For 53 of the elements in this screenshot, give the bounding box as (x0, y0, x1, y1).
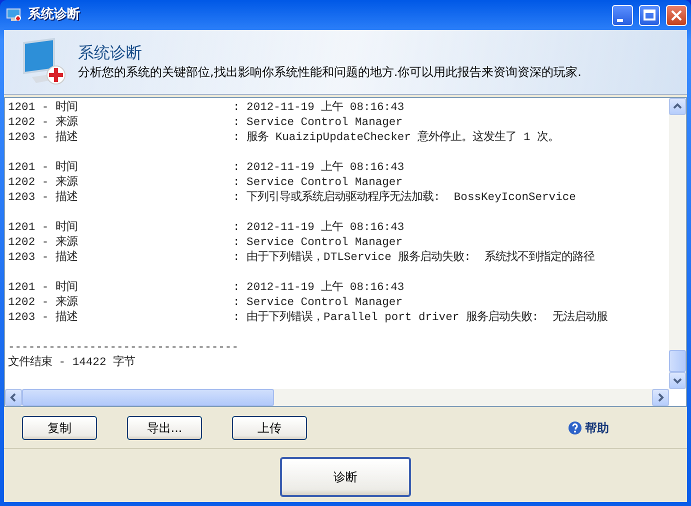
log-value: : 由于下列错误，DTLService 服务启动失败: 系统找不到指定的路径 (233, 251, 594, 266)
log-label: 1202 - 来源 (8, 296, 79, 310)
header-description: 分析您的系统的关键部位,找出影响你系统性能和问题的地方.你可以用此报告来资询资深的玩家. (78, 64, 582, 81)
log-value: : Service Control Manager (233, 236, 402, 250)
down-icon (673, 376, 682, 385)
log-value: : 2012-11-19 上午 08:16:43 (233, 161, 404, 176)
scroll-left-button[interactable] (5, 389, 22, 406)
log-value: : 下列引导或系统启动驱动程序无法加载: BossKeyIconService (233, 191, 576, 206)
app-icon (6, 8, 22, 22)
log-label: 1203 - 描述 (8, 191, 78, 206)
scroll-right-button[interactable] (652, 389, 669, 406)
up-icon (673, 102, 682, 111)
right-icon (656, 393, 665, 402)
log-label: 1202 - 来源 (8, 116, 79, 130)
scrollbar-thumb[interactable] (669, 350, 686, 372)
help-icon[interactable] (568, 421, 582, 435)
window-title: 系统诊断 (28, 6, 81, 24)
log-label: 1201 - 时间 (8, 161, 78, 176)
separator-line: ---------------------------------- (8, 341, 238, 355)
maximize-button[interactable] (639, 4, 660, 26)
scroll-down-button[interactable] (669, 372, 686, 389)
log-value: : Service Control Manager (233, 296, 402, 310)
log-label: 1203 - 描述 (8, 131, 78, 146)
scrollbar-thumb[interactable] (22, 389, 274, 406)
close-icon (669, 8, 684, 22)
log-value: : Service Control Manager (233, 176, 402, 190)
log-footer: 文件结束 - 14422 字节 (8, 356, 136, 371)
log-value: : 2012-11-19 上午 08:16:43 (233, 281, 404, 296)
log-value: : 服务 KuaizipUpdateChecker 意外停止。这发生了 1 次。 (233, 131, 560, 146)
log-label: 1201 - 时间 (8, 281, 78, 296)
log-label: 1203 - 描述 (8, 311, 78, 326)
monitor-icon (22, 37, 68, 87)
log-value: : 2012-11-19 上午 08:16:43 (233, 221, 404, 236)
action-button[interactable]: 导出... (127, 416, 202, 440)
log-value: : Service Control Manager (233, 116, 402, 130)
maximize-icon (642, 8, 657, 22)
log-value: : 2012-11-19 上午 08:16:43 (233, 101, 404, 116)
help-link[interactable]: 帮助 (585, 419, 609, 437)
header-title: 系统诊断 (78, 43, 143, 63)
action-button[interactable]: 上传 (232, 416, 307, 440)
action-button[interactable]: 复制 (22, 416, 97, 440)
minimize-icon (616, 18, 622, 22)
log-label: 1201 - 时间 (8, 101, 78, 116)
log-label: 1201 - 时间 (8, 221, 78, 236)
scroll-up-button[interactable] (669, 98, 686, 115)
log-value: : 由于下列错误，Parallel port driver 服务启动失败: 无法启动服 (233, 311, 608, 326)
close-button[interactable] (666, 4, 687, 26)
log-label: 1202 - 来源 (8, 236, 79, 250)
log-label: 1202 - 来源 (8, 176, 79, 190)
log-label: 1203 - 描述 (8, 251, 78, 266)
diagnose-button[interactable]: 诊断 (280, 457, 411, 497)
minimize-button[interactable] (612, 4, 633, 26)
left-icon (9, 393, 18, 402)
